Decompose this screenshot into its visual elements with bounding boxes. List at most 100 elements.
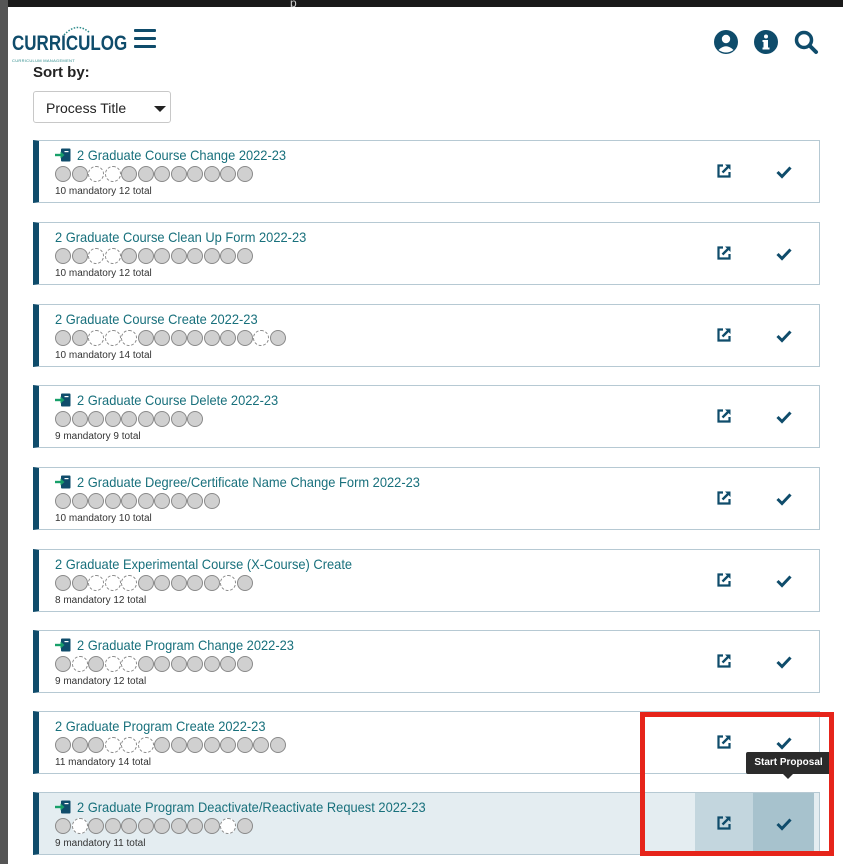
- process-title-link[interactable]: 2 Graduate Program Create 2022-23: [55, 718, 266, 734]
- mandatory-step-icon: [55, 411, 71, 427]
- sort-dropdown[interactable]: Process Title: [33, 91, 171, 123]
- mandatory-step-icon: [220, 656, 236, 672]
- mandatory-step-icon: [55, 575, 71, 591]
- approval-steps: [55, 493, 220, 510]
- mandatory-step-icon: [71, 411, 88, 427]
- top-bar: p: [0, 0, 843, 9]
- start-proposal-tooltip: Start Proposal: [746, 752, 831, 779]
- mandatory-step-icon: [154, 656, 170, 672]
- optional-step-icon: [121, 656, 137, 672]
- external-link-icon[interactable]: [716, 815, 732, 831]
- process-card[interactable]: 2 Graduate Course Create 2022-23 10 manda…: [33, 304, 820, 367]
- process-title-row: 2 Graduate Program Create 2022-23: [55, 718, 284, 734]
- external-link-icon[interactable]: [716, 490, 732, 506]
- mandatory-step-icon: [203, 818, 220, 834]
- mandatory-step-icon: [154, 330, 170, 346]
- optional-step-icon: [88, 248, 104, 264]
- mandatory-step-icon: [154, 818, 170, 834]
- external-link-icon[interactable]: [716, 572, 732, 588]
- hamburger-menu-icon[interactable]: [134, 29, 156, 49]
- optional-step-icon: [71, 656, 88, 672]
- mandatory-step-icon: [71, 737, 88, 753]
- user-circle-icon[interactable]: [713, 29, 739, 55]
- mandatory-step-icon: [236, 166, 253, 182]
- page: p CURRICULOG CURRICULUM MANAGEMENT Sort …: [0, 0, 843, 864]
- external-link-icon[interactable]: [716, 245, 732, 261]
- external-link-icon[interactable]: [716, 408, 732, 424]
- import-form-icon: [55, 393, 71, 407]
- mandatory-step-icon: [236, 575, 253, 591]
- mandatory-step-icon: [55, 818, 71, 834]
- mandatory-step-icon: [137, 330, 154, 346]
- mandatory-step-icon: [55, 166, 71, 182]
- curriculog-logo[interactable]: CURRICULOG CURRICULUM MANAGEMENT: [12, 23, 127, 63]
- checkmark-icon[interactable]: [776, 655, 792, 669]
- mandatory-step-icon: [71, 248, 88, 264]
- step-count-text: 10 mandatory 12 total: [55, 186, 152, 197]
- mandatory-step-icon: [170, 411, 187, 427]
- mandatory-step-icon: [104, 411, 121, 427]
- mandatory-step-icon: [137, 818, 154, 834]
- checkmark-icon[interactable]: [776, 736, 792, 750]
- process-card[interactable]: 2 Graduate Course Clean Up Form 2022-23 1…: [33, 222, 820, 285]
- process-card[interactable]: 2 Graduate Course Delete 2022-23 9 mandat…: [33, 385, 820, 448]
- checkmark-icon[interactable]: [776, 329, 792, 343]
- sort-selected-value: Process Title: [46, 100, 127, 116]
- process-card[interactable]: 2 Graduate Degree/Certificate Name Chang…: [33, 467, 820, 530]
- mandatory-step-icon: [104, 818, 121, 834]
- checkmark-icon[interactable]: [776, 247, 792, 261]
- mandatory-step-icon: [55, 330, 71, 346]
- mandatory-step-icon: [187, 166, 203, 182]
- checkmark-icon[interactable]: [776, 817, 792, 831]
- mandatory-step-icon: [137, 411, 154, 427]
- process-title-link[interactable]: 2 Graduate Course Change 2022-23: [77, 147, 286, 163]
- mandatory-step-icon: [154, 411, 170, 427]
- checkmark-icon[interactable]: [776, 410, 792, 424]
- process-title-link[interactable]: 2 Graduate Course Clean Up Form 2022-23: [55, 229, 306, 245]
- mandatory-step-icon: [236, 248, 253, 264]
- mandatory-step-icon: [154, 737, 170, 753]
- process-title-link[interactable]: 2 Graduate Course Create 2022-23: [55, 311, 258, 327]
- mandatory-step-icon: [121, 493, 137, 509]
- step-count-text: 11 mandatory 14 total: [55, 757, 151, 768]
- checkmark-icon[interactable]: [776, 492, 792, 506]
- import-form-icon: [55, 475, 71, 489]
- checkmark-icon[interactable]: [776, 165, 792, 179]
- external-link-icon[interactable]: [716, 734, 732, 750]
- optional-step-icon: [104, 737, 121, 753]
- mandatory-step-icon: [187, 411, 203, 427]
- import-form-icon: [55, 148, 71, 162]
- search-icon[interactable]: [793, 29, 819, 55]
- info-circle-icon[interactable]: [753, 29, 779, 55]
- checkmark-icon[interactable]: [776, 574, 792, 588]
- process-card[interactable]: 2 Graduate Course Change 2022-23 10 manda…: [33, 140, 820, 203]
- mandatory-step-icon: [137, 166, 154, 182]
- process-card[interactable]: 2 Graduate Experimental Course (X-Course…: [33, 549, 820, 612]
- process-title-link[interactable]: 2 Graduate Program Deactivate/Reactivate…: [77, 799, 426, 815]
- mandatory-step-icon: [220, 737, 236, 753]
- process-card[interactable]: 2 Graduate Program Deactivate/Reactivate…: [33, 792, 820, 855]
- process-title-link[interactable]: 2 Graduate Program Change 2022-23: [77, 637, 294, 653]
- logo-text: CURRICULOG: [12, 31, 128, 55]
- optional-step-icon: [220, 818, 236, 834]
- mandatory-step-icon: [71, 330, 88, 346]
- external-link-icon[interactable]: [716, 163, 732, 179]
- mandatory-step-icon: [203, 166, 220, 182]
- mandatory-step-icon: [55, 737, 71, 753]
- process-title-link[interactable]: 2 Graduate Experimental Course (X-Course…: [55, 556, 352, 572]
- mandatory-step-icon: [121, 411, 137, 427]
- process-title-link[interactable]: 2 Graduate Course Delete 2022-23: [77, 392, 278, 408]
- mandatory-step-icon: [170, 818, 187, 834]
- optional-step-icon: [253, 330, 269, 346]
- mandatory-step-icon: [236, 330, 253, 346]
- process-title-link[interactable]: 2 Graduate Degree/Certificate Name Chang…: [77, 474, 420, 490]
- external-link-icon[interactable]: [716, 327, 732, 343]
- mandatory-step-icon: [154, 493, 170, 509]
- process-card[interactable]: 2 Graduate Program Create 2022-23 11 mand…: [33, 711, 820, 774]
- external-link-icon[interactable]: [716, 653, 732, 669]
- mandatory-step-icon: [137, 656, 154, 672]
- process-card[interactable]: 2 Graduate Program Change 2022-23 9 manda…: [33, 630, 820, 693]
- mandatory-step-icon: [236, 737, 253, 753]
- mandatory-step-icon: [220, 166, 236, 182]
- mandatory-step-icon: [253, 737, 269, 753]
